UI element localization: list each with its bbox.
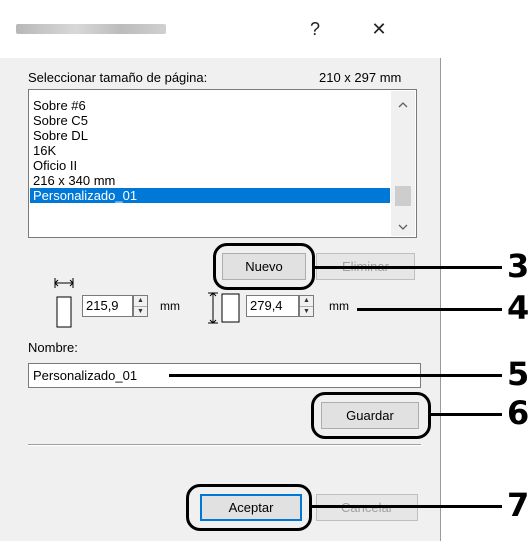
name-label: Nombre: (28, 340, 78, 355)
spin-up-icon[interactable]: ▲ (134, 296, 147, 307)
height-unit: mm (329, 299, 349, 313)
divider (28, 444, 421, 446)
callout-ring-save (311, 392, 431, 439)
scroll-up-icon[interactable] (391, 97, 415, 113)
height-dimension-icon (208, 292, 240, 324)
scroll-thumb[interactable] (395, 186, 411, 206)
list-scrollbar[interactable] (391, 91, 415, 236)
callout-ring-new (213, 243, 315, 290)
callout-line-5 (169, 374, 502, 377)
current-page-size: 210 x 297 mm (319, 70, 402, 85)
height-spinner[interactable]: ▲ ▼ (299, 295, 314, 317)
spin-up-icon[interactable]: ▲ (300, 296, 313, 307)
spin-down-icon[interactable]: ▼ (134, 307, 147, 317)
scroll-down-icon[interactable] (391, 219, 415, 235)
dialog-title-blurred (16, 24, 166, 34)
spin-down-icon[interactable]: ▼ (300, 307, 313, 317)
list-item[interactable]: 216 x 340 mm (30, 173, 390, 188)
list-item[interactable]: Oficio II (30, 158, 390, 173)
width-dimension-icon (54, 278, 74, 328)
list-item[interactable]: Sobre C5 (30, 113, 390, 128)
callout-number-6: 6 (507, 394, 530, 432)
width-spinner[interactable]: ▲ ▼ (133, 295, 148, 317)
title-bar: ? ✕ (0, 0, 441, 58)
help-button[interactable]: ? (295, 14, 335, 44)
callout-number-5: 5 (507, 355, 530, 393)
callout-ring-accept (186, 484, 312, 531)
list-item[interactable]: 16K (30, 143, 390, 158)
width-unit: mm (160, 299, 180, 313)
callout-line-4 (357, 308, 502, 311)
page-size-list[interactable]: Sobre #6 Sobre C5 Sobre DL 16K Oficio II… (28, 89, 417, 238)
callout-line-6 (430, 413, 502, 416)
height-input[interactable]: 279,4 (246, 295, 299, 317)
list-item-selected[interactable]: Personalizado_01 (30, 188, 390, 203)
list-item[interactable]: Sobre DL (30, 128, 390, 143)
callout-number-4: 4 (507, 289, 530, 327)
page-size-label: Seleccionar tamaño de página: (28, 70, 208, 85)
callout-line-3 (314, 266, 502, 269)
close-button[interactable]: ✕ (359, 14, 399, 44)
callout-number-7: 7 (507, 486, 530, 524)
width-input[interactable]: 215,9 (82, 295, 133, 317)
callout-line-7 (311, 505, 502, 508)
list-item[interactable]: Sobre #6 (30, 98, 390, 113)
callout-number-3: 3 (507, 247, 530, 285)
